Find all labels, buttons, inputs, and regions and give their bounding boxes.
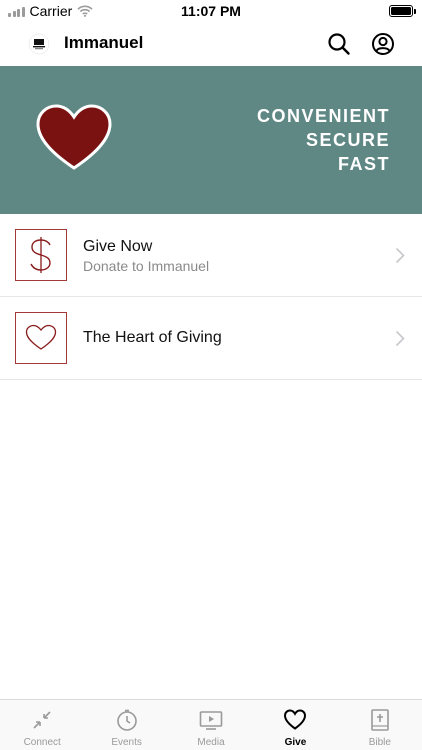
dollar-icon [15, 229, 67, 281]
list-item-give-now[interactable]: Give Now Donate to Immanuel [0, 214, 422, 297]
heart-outline-icon [15, 312, 67, 364]
tab-bar: Connect Events Media Give Bible [0, 699, 422, 750]
tab-events[interactable]: Events [84, 700, 168, 750]
banner-line: FAST [337, 154, 390, 174]
status-time: 11:07 PM [181, 3, 241, 19]
banner-line: CONVENIENT [256, 106, 390, 126]
profile-icon[interactable] [371, 32, 395, 56]
connect-icon [33, 711, 51, 729]
give-banner: CONVENIENT SECURE FAST [0, 66, 422, 214]
tab-give[interactable]: Give [253, 700, 337, 750]
page-title: Immanuel [64, 33, 144, 52]
banner-line: SECURE [305, 130, 390, 150]
nav-bar: Immanuel [0, 22, 422, 66]
banner-tagline: CONVENIENT SECURE FAST [257, 104, 390, 176]
church-logo-icon [28, 33, 50, 55]
heart-icon [36, 104, 112, 170]
status-bar: Carrier 11:07 PM [0, 0, 422, 22]
list-item-subtitle: Donate to Immanuel [83, 258, 210, 274]
tab-label: Connect [23, 737, 61, 748]
tab-bible[interactable]: Bible [338, 700, 422, 750]
list-item-heart-of-giving[interactable]: The Heart of Giving [0, 297, 422, 380]
heart-icon [284, 709, 307, 730]
play-icon [199, 711, 223, 730]
battery-icon [389, 5, 416, 17]
clock-icon [116, 709, 137, 731]
bible-icon [371, 709, 389, 731]
give-list: Give Now Donate to Immanuel The Heart of… [0, 214, 422, 380]
tab-label: Bible [368, 737, 391, 748]
tab-connect[interactable]: Connect [0, 700, 84, 750]
tab-label: Media [197, 737, 225, 748]
chevron-right-icon [395, 330, 405, 347]
list-item-title: The Heart of Giving [83, 329, 222, 346]
list-item-title: Give Now [83, 238, 153, 255]
chevron-right-icon [395, 247, 405, 264]
tab-label: Give [284, 737, 307, 748]
tab-label: Events [111, 737, 142, 748]
search-icon[interactable] [327, 32, 351, 56]
tab-media[interactable]: Media [169, 700, 253, 750]
